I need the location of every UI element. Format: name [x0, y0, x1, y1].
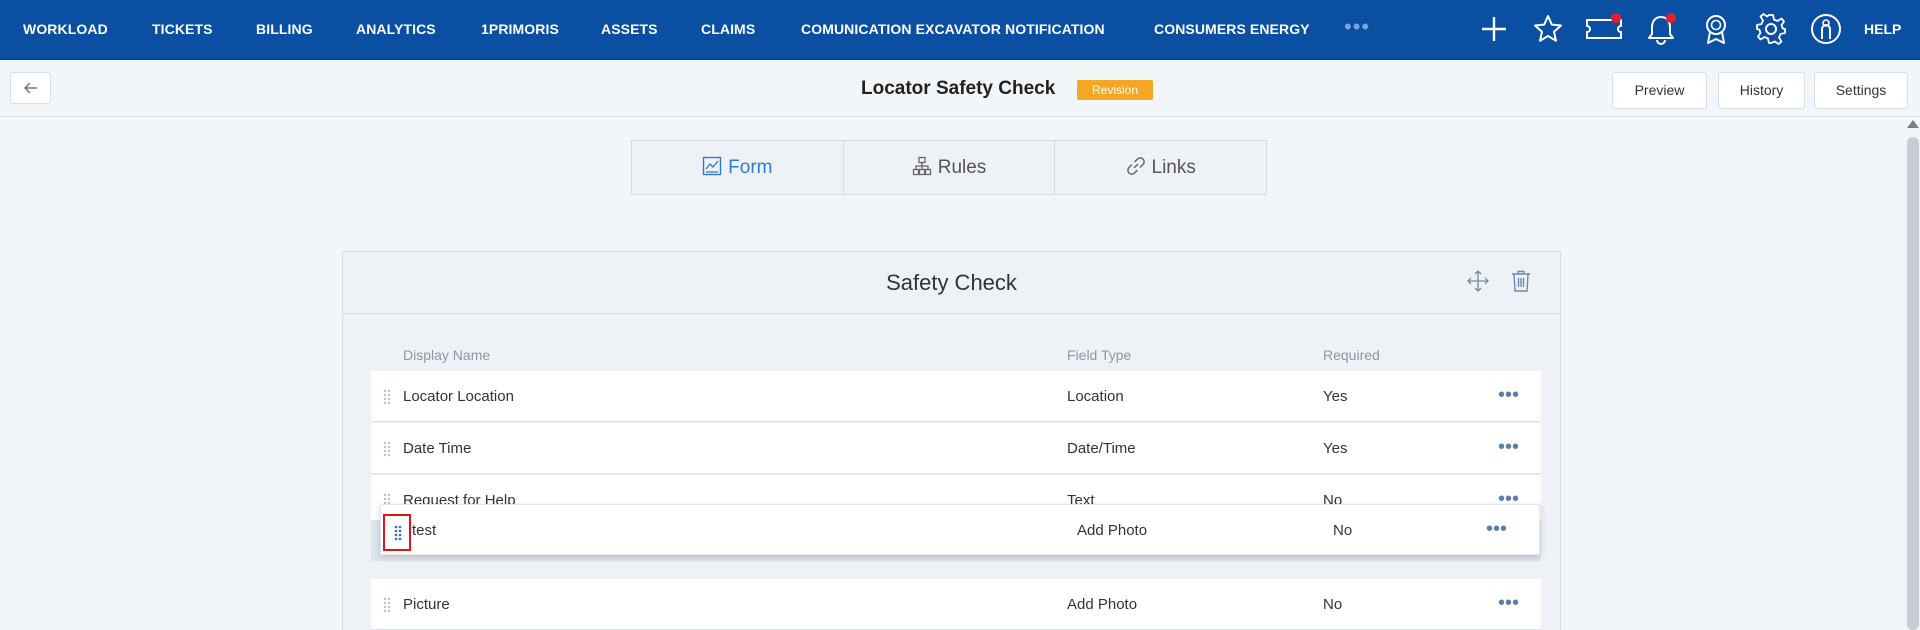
plus-icon[interactable]	[1476, 11, 1512, 47]
link-icon	[1126, 157, 1145, 175]
field-type: Add Photo	[1067, 596, 1138, 613]
page-title: Locator Safety Check	[861, 78, 1056, 99]
drag-handle-icon[interactable]	[383, 441, 391, 457]
column-header-display-name: Display Name	[403, 347, 491, 363]
column-header-required: Required	[1323, 347, 1380, 363]
tab-links[interactable]: Links	[1055, 141, 1266, 194]
field-row[interactable]: Picture Add Photo No •••	[371, 579, 1541, 630]
field-type: Date/Time	[1067, 440, 1136, 457]
user-icon[interactable]	[1808, 11, 1844, 47]
field-display-name: Date Time	[403, 440, 472, 457]
drag-handle-icon[interactable]	[383, 389, 391, 405]
tab-rules[interactable]: Rules	[844, 141, 1056, 194]
hierarchy-icon	[912, 156, 931, 176]
top-navigation-bar: WORKLOAD TICKETS BILLING ANALYTICS 1PRIM…	[0, 0, 1920, 60]
field-required: Yes	[1323, 388, 1348, 405]
scrollbar-thumb[interactable]	[1907, 137, 1919, 630]
revision-badge: Revision	[1077, 80, 1154, 100]
nav-item-comunication-excavator-notification[interactable]: COMUNICATION EXCAVATOR NOTIFICATION	[801, 0, 1105, 58]
notification-dot	[1611, 13, 1621, 23]
nav-item-1primoris[interactable]: 1PRIMORIS	[481, 0, 559, 58]
drag-handle-icon[interactable]	[383, 597, 391, 613]
ticket-icon[interactable]	[1584, 11, 1624, 47]
nav-item-workload[interactable]: WORKLOAD	[23, 0, 108, 58]
notification-dot	[1666, 13, 1676, 23]
field-required: Yes	[1323, 440, 1348, 457]
field-display-name: test	[412, 522, 437, 539]
section-title: Safety Check	[886, 270, 1017, 295]
field-type: Location	[1067, 388, 1124, 405]
field-row[interactable]: Date Time Date/Time Yes •••	[371, 423, 1541, 474]
section-header: Safety Check	[343, 252, 1560, 314]
help-link[interactable]: HELP	[1864, 0, 1901, 58]
page-header: Locator Safety Check Revision Preview Hi…	[0, 60, 1920, 117]
arrow-left-icon	[23, 82, 37, 94]
bell-icon[interactable]	[1643, 11, 1679, 47]
field-type: Add Photo	[1077, 522, 1148, 539]
field-row[interactable]: Locator Location Location Yes •••	[371, 371, 1541, 422]
history-button[interactable]: History	[1718, 72, 1805, 109]
nav-more-menu[interactable]: •••	[1344, 0, 1370, 58]
nav-item-assets[interactable]: ASSETS	[601, 0, 658, 58]
tab-rules-label: Rules	[937, 157, 987, 178]
nav-item-analytics[interactable]: ANALYTICS	[356, 0, 436, 58]
star-icon[interactable]	[1530, 11, 1566, 47]
nav-item-consumers-energy[interactable]: CONSUMERS ENERGY	[1154, 0, 1310, 58]
tab-form-label: Form	[728, 157, 773, 178]
nav-item-billing[interactable]: BILLING	[256, 0, 313, 58]
dragging-field-row[interactable]: test Add Photo No •••	[380, 504, 1540, 555]
gear-icon[interactable]	[1753, 11, 1789, 47]
trash-icon[interactable]	[1511, 270, 1531, 297]
form-section-card: Safety Check Display Name Field Type Req…	[342, 251, 1561, 630]
preview-button[interactable]: Preview	[1612, 72, 1707, 109]
column-header-field-type: Field Type	[1067, 347, 1132, 363]
scroll-up-arrow[interactable]	[1907, 120, 1919, 128]
tab-form[interactable]: Form	[632, 141, 844, 194]
row-more-menu[interactable]: •••	[1486, 519, 1507, 539]
drag-handle-highlight[interactable]	[383, 514, 411, 551]
move-icon[interactable]	[1467, 270, 1489, 297]
tab-links-label: Links	[1151, 157, 1196, 178]
award-icon[interactable]	[1698, 11, 1734, 47]
field-required: No	[1333, 522, 1353, 539]
field-required: No	[1323, 596, 1343, 613]
settings-button[interactable]: Settings	[1814, 72, 1908, 109]
nav-item-claims[interactable]: CLAIMS	[701, 0, 755, 58]
form-icon	[702, 156, 722, 176]
nav-item-tickets[interactable]: TICKETS	[152, 0, 213, 58]
row-more-menu[interactable]: •••	[1498, 593, 1519, 613]
editor-tabs: Form Rules Links	[631, 140, 1267, 195]
row-more-menu[interactable]: •••	[1498, 385, 1519, 405]
back-button[interactable]	[10, 72, 51, 104]
field-display-name: Picture	[403, 596, 450, 613]
row-more-menu[interactable]: •••	[1498, 437, 1519, 457]
drag-handle-icon[interactable]	[394, 525, 402, 541]
field-display-name: Locator Location	[403, 388, 514, 405]
